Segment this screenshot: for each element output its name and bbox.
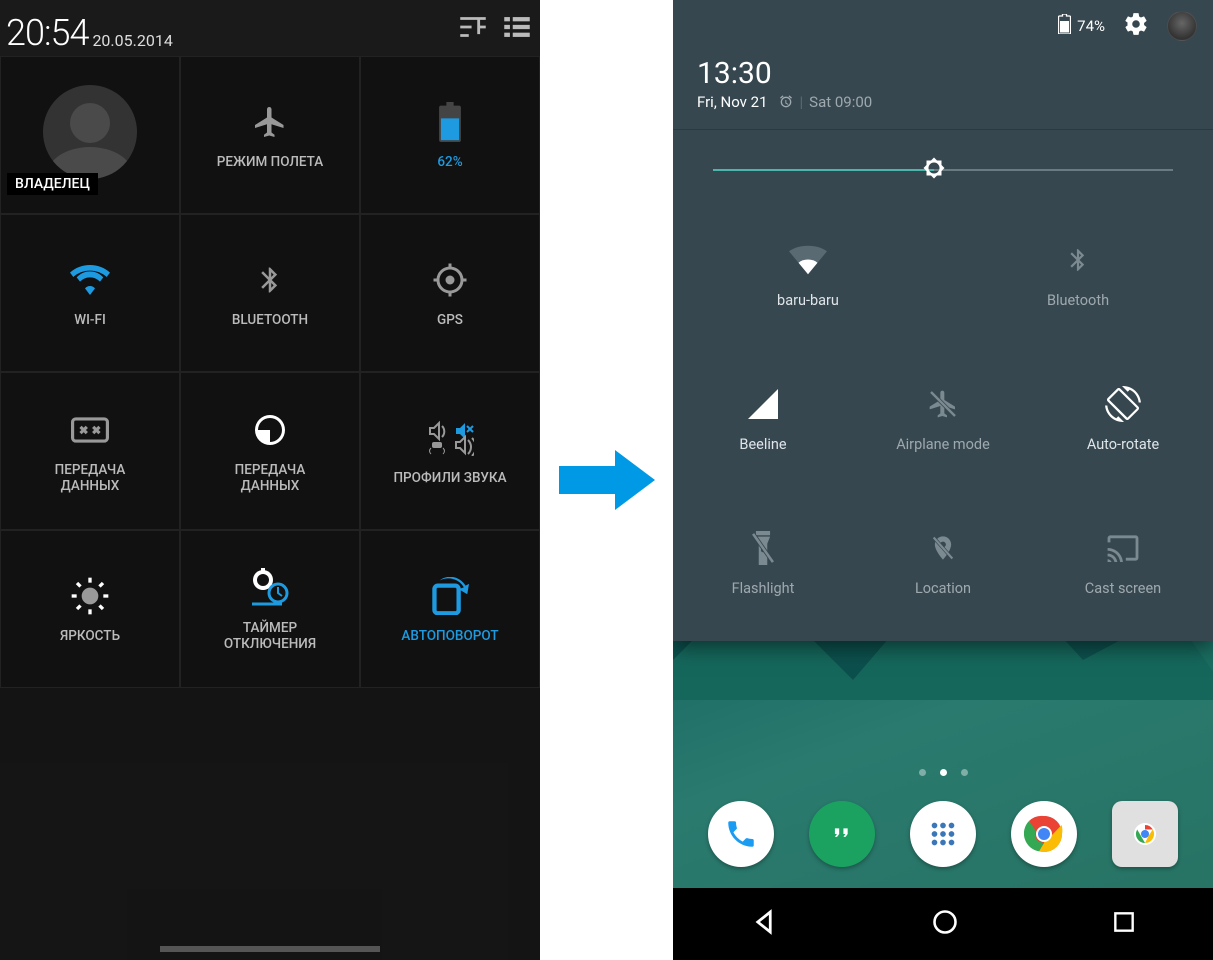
tile-wifi[interactable]: WI-FI [0, 214, 180, 372]
qtile-signal[interactable]: Beeline [673, 363, 853, 475]
tile-label: Beeline [739, 436, 786, 453]
tile-label: Location [915, 580, 971, 597]
app-drawer[interactable] [910, 801, 976, 867]
qtile-location[interactable]: Location [853, 507, 1033, 619]
tile-data-1[interactable]: ПЕРЕДАЧА ДАННЫХ [0, 372, 180, 530]
tile-label: Flashlight [732, 580, 795, 597]
date-left: 20.05.2014 [92, 31, 172, 54]
tile-label: ПЕРЕДАЧА ДАННЫХ [55, 462, 126, 494]
user-avatar[interactable] [1167, 11, 1197, 41]
clock-right: 13:30 [697, 56, 1189, 91]
app-phone[interactable] [708, 801, 774, 867]
qtile-bluetooth[interactable]: Bluetooth [943, 219, 1213, 331]
data-icon [71, 408, 109, 452]
tile-brightness[interactable]: ЯРКОСТЬ [0, 530, 180, 688]
timer-icon [248, 566, 292, 610]
qtile-airplane[interactable]: Airplane mode [853, 363, 1033, 475]
bluetooth-icon [255, 258, 285, 302]
tile-label: Airplane mode [896, 436, 990, 453]
alarm-indicator[interactable]: | Sat 09:00 [778, 93, 873, 111]
tile-label: ПРОФИЛИ ЗВУКА [393, 470, 506, 486]
tile-bluetooth[interactable]: BLUETOOTH [180, 214, 360, 372]
tile-sound-profiles[interactable]: ПРОФИЛИ ЗВУКА [360, 372, 540, 530]
equalizer-icon[interactable] [456, 10, 490, 48]
tile-label: Auto-rotate [1087, 436, 1159, 453]
brightness-row [673, 129, 1213, 209]
clock-left: 20:54 [6, 12, 88, 54]
settings-icon[interactable] [1123, 11, 1149, 41]
tile-label: Cast screen [1085, 580, 1161, 597]
nav-back[interactable] [749, 907, 779, 941]
wifi-icon [70, 258, 110, 302]
qtile-wifi[interactable]: baru-baru [673, 219, 943, 331]
status-bar-left: 20:54 20.05.2014 [0, 0, 540, 56]
qtile-autorotate[interactable]: Auto-rotate [1033, 363, 1213, 475]
airplane-off-icon [927, 386, 959, 422]
tile-autorotate[interactable]: АВТОПОВОРОТ [360, 530, 540, 688]
date-right: Fri, Nov 21 [697, 93, 768, 111]
autorotate-icon [1105, 386, 1141, 422]
battery-icon [438, 100, 462, 144]
wifi-icon [789, 242, 827, 278]
gps-icon [432, 258, 468, 302]
tile-gps[interactable]: GPS [360, 214, 540, 372]
tile-label: Bluetooth [1047, 292, 1109, 309]
avatar-placeholder-icon [43, 85, 137, 179]
qs-grid-left: ВЛАДЕЛЕЦ РЕЖИМ ПОЛЕТА 62% WI-FI [0, 56, 540, 688]
owner-label: ВЛАДЕЛЕЦ [7, 173, 98, 195]
page-indicator [673, 769, 1213, 776]
tile-label: WI-FI [74, 312, 106, 328]
navbar [673, 888, 1213, 960]
dock [673, 786, 1213, 882]
app-camera[interactable] [1112, 801, 1178, 867]
qtile-cast[interactable]: Cast screen [1033, 507, 1213, 619]
tile-label: baru-baru [777, 292, 839, 309]
homescreen-blur [0, 688, 540, 960]
tile-label: АВТОПОВОРОТ [401, 628, 498, 644]
qtile-flashlight[interactable]: Flashlight [673, 507, 853, 619]
app-hangouts[interactable] [809, 801, 875, 867]
tile-label: РЕЖИМ ПОЛЕТА [217, 154, 323, 170]
alarm-time: Sat 09:00 [809, 93, 872, 111]
brightness-thumb-icon [919, 155, 949, 185]
tile-label: ПЕРЕДАЧА ДАННЫХ [235, 462, 306, 494]
battery-icon [1058, 14, 1071, 38]
flashlight-icon [750, 530, 776, 566]
tile-profile[interactable]: ВЛАДЕЛЕЦ [0, 56, 180, 214]
airplane-icon [252, 100, 288, 144]
tile-airplane[interactable]: РЕЖИМ ПОЛЕТА [180, 56, 360, 214]
tile-label: ЯРКОСТЬ [60, 628, 120, 644]
battery-pct: 74% [1077, 17, 1105, 35]
list-icon[interactable] [500, 10, 534, 48]
transition-arrow [540, 0, 673, 960]
phone-right: 74% 13:30 Fri, Nov 21 | Sat 09:00 [673, 0, 1213, 960]
tile-label: 62% [437, 154, 462, 170]
cast-icon [1106, 530, 1140, 566]
sound-profiles-icon [426, 416, 474, 460]
bluetooth-icon [1065, 242, 1091, 278]
brightness-icon [70, 574, 110, 618]
qs-row-1: baru-baru Bluetooth [673, 209, 1213, 353]
tile-battery[interactable]: 62% [360, 56, 540, 214]
status-bar-right: 74% [673, 0, 1213, 52]
tile-label: GPS [437, 312, 463, 328]
qs-panel: 74% 13:30 Fri, Nov 21 | Sat 09:00 [673, 0, 1213, 641]
qs-row-3: Flashlight Location Cast screen [673, 497, 1213, 641]
qs-row-2: Beeline Airplane mode Auto-rotate [673, 353, 1213, 497]
tile-timer[interactable]: ТАЙМЕР ОТКЛЮЧЕНИЯ [180, 530, 360, 688]
tile-label: BLUETOOTH [232, 312, 308, 328]
phone-left: 20:54 20.05.2014 ВЛАДЕЛЕЦ Р [0, 0, 540, 960]
autorotate-icon [429, 574, 471, 618]
app-chrome[interactable] [1011, 801, 1077, 867]
tile-data-2[interactable]: ПЕРЕДАЧА ДАННЫХ [180, 372, 360, 530]
data-usage-icon [252, 408, 288, 452]
brightness-slider[interactable] [713, 169, 1173, 171]
nav-recent[interactable] [1111, 909, 1137, 939]
location-off-icon [929, 530, 957, 566]
signal-icon [748, 386, 778, 422]
nav-home[interactable] [931, 908, 959, 940]
tile-label: ТАЙМЕР ОТКЛЮЧЕНИЯ [224, 620, 316, 652]
handle-bar[interactable] [160, 946, 380, 952]
